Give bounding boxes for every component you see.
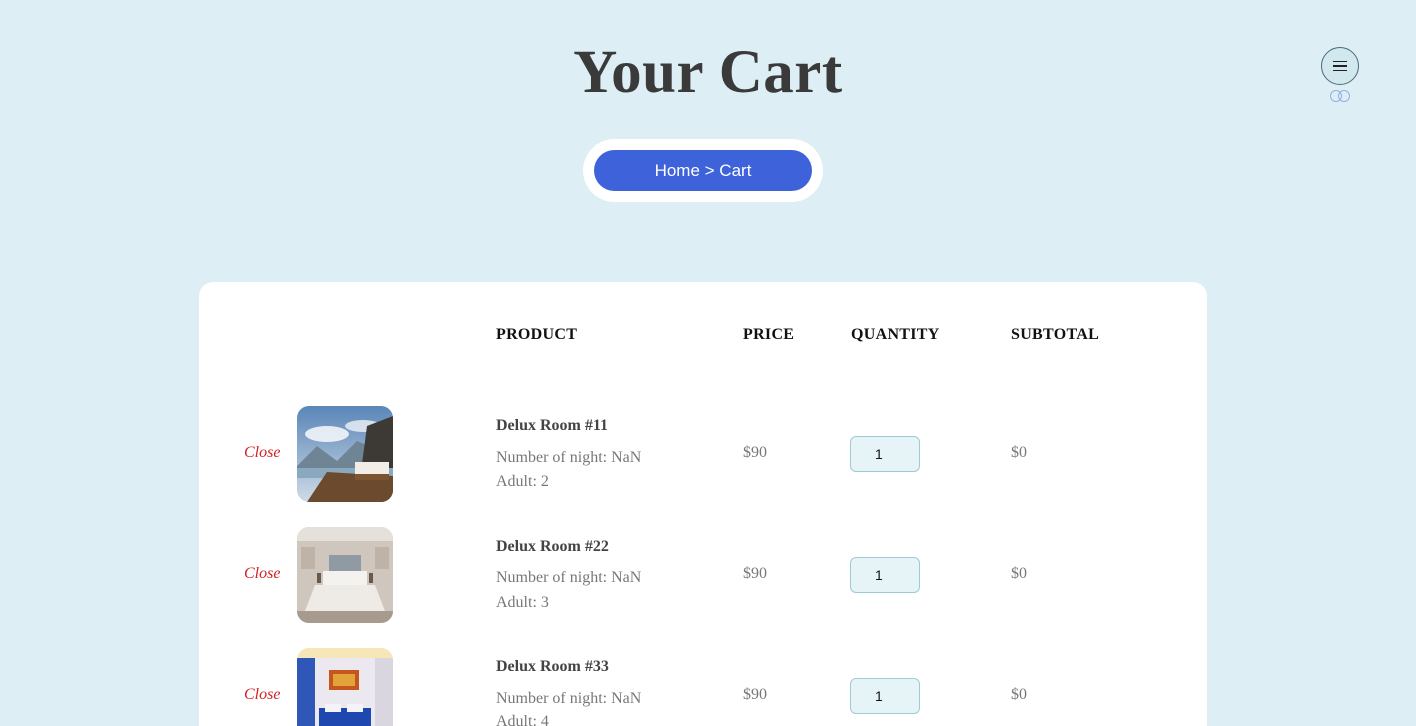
- header-quantity: QUANTITY: [851, 326, 940, 343]
- product-nights: Number of night: NaN: [496, 449, 642, 466]
- product-subtotal: $0: [1011, 686, 1027, 703]
- breadcrumb[interactable]: Home > Cart: [594, 150, 812, 191]
- theme-toggle-icon[interactable]: [1330, 90, 1351, 102]
- quantity-input[interactable]: 1: [850, 678, 920, 714]
- product-name[interactable]: Delux Room #22: [496, 538, 609, 556]
- close-link[interactable]: Close: [244, 686, 280, 704]
- breadcrumb-container: Home > Cart: [583, 139, 823, 202]
- product-price: $90: [743, 565, 767, 582]
- hamburger-menu-button[interactable]: [1321, 47, 1359, 85]
- quantity-input[interactable]: 1: [850, 557, 920, 593]
- product-adults: Adult: 4: [496, 713, 549, 726]
- product-nights: Number of night: NaN: [496, 569, 642, 586]
- product-adults: Adult: 3: [496, 594, 549, 611]
- quantity-input[interactable]: 1: [850, 436, 920, 472]
- header-subtotal: SUBTOTAL: [1011, 326, 1100, 343]
- room-thumbnail: [297, 527, 393, 623]
- product-nights: Number of night: NaN: [496, 690, 642, 707]
- product-price: $90: [743, 444, 767, 461]
- product-name[interactable]: Delux Room #33: [496, 658, 609, 676]
- product-adults: Adult: 2: [496, 473, 549, 490]
- close-link[interactable]: Close: [244, 565, 280, 583]
- product-price: $90: [743, 686, 767, 703]
- header-price: PRICE: [743, 326, 795, 343]
- product-subtotal: $0: [1011, 444, 1027, 461]
- product-subtotal: $0: [1011, 565, 1027, 582]
- room-thumbnail: [297, 406, 393, 502]
- room-thumbnail: [297, 648, 393, 726]
- product-name[interactable]: Delux Room #11: [496, 417, 608, 435]
- close-link[interactable]: Close: [244, 444, 280, 462]
- page-title: Your Cart: [573, 39, 843, 106]
- header-product: PRODUCT: [496, 326, 578, 343]
- hamburger-icon: [1333, 60, 1347, 63]
